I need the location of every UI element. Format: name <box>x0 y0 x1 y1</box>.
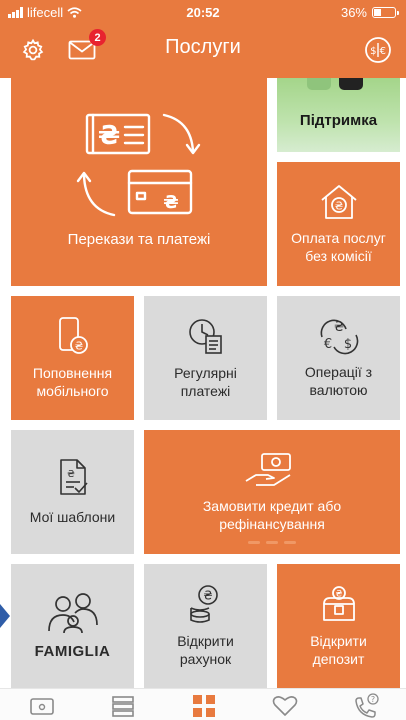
tile-open-deposit-label: Відкрити депозит <box>310 633 367 667</box>
tab-help[interactable]: ? <box>346 693 386 719</box>
services-grid: ₴ ₴ Перекази та платежі Підтримка ₴ Опла… <box>0 78 406 688</box>
tile-credit-label: Замовити кредит або рефінансування <box>202 498 342 532</box>
tile-open-deposit[interactable]: ₴ Відкрити депозит <box>277 564 400 688</box>
tile-support[interactable]: Підтримка <box>277 78 400 152</box>
list-icon <box>112 696 134 717</box>
tab-favorites[interactable] <box>265 693 305 719</box>
svg-text:€: € <box>323 337 331 352</box>
clock-document-icon <box>188 319 222 354</box>
currency-exchange-icon: $ € <box>365 37 391 63</box>
tile-support-label: Підтримка <box>299 112 378 129</box>
tile-regular-payments[interactable]: Регулярні платежі <box>144 296 267 420</box>
svg-text:₴: ₴ <box>203 589 212 603</box>
tile-open-account[interactable]: ₴ Відкрити рахунок <box>144 564 267 688</box>
tile-my-templates-label: Мої шаблони <box>29 509 116 525</box>
tile-famiglia-label: FAMIGLIA <box>34 643 111 660</box>
hand-money-icon <box>245 453 291 486</box>
chest-icon: ₴ <box>322 586 355 621</box>
tab-services[interactable] <box>184 693 224 719</box>
svg-text:₴: ₴ <box>334 200 343 213</box>
tile-currency-operations[interactable]: ₴ € $ Операції з валютою <box>277 296 400 420</box>
tile-regular-payments-label: Регулярні платежі <box>174 365 237 399</box>
svg-text:₴: ₴ <box>163 192 178 213</box>
tile-my-templates[interactable]: ₴ Мої шаблони <box>11 430 134 554</box>
svg-text:₴: ₴ <box>333 320 343 335</box>
side-pointer-arrow <box>0 604 10 628</box>
currency-coins-icon: ₴ € $ <box>320 319 358 355</box>
document-check-icon: ₴ <box>59 459 88 495</box>
currency-button[interactable]: $ € <box>362 34 394 66</box>
coin-stack-icon: ₴ <box>189 585 218 623</box>
tile-credit[interactable]: Замовити кредит або рефінансування <box>144 430 400 554</box>
svg-text:$: $ <box>370 46 376 57</box>
svg-text:₴: ₴ <box>335 590 342 600</box>
phone-help-icon: ? <box>355 693 379 718</box>
status-bar: lifecell 20:52 36% <box>0 0 406 24</box>
page-title: Послуги <box>165 36 241 58</box>
tile-free-payments-label: Оплата послуг без комісії <box>291 230 386 264</box>
tile-free-payments[interactable]: ₴ Оплата послуг без комісії <box>277 162 400 286</box>
tile-open-account-label: Відкрити рахунок <box>177 633 234 667</box>
family-icon <box>47 593 98 634</box>
heart-icon <box>272 696 298 716</box>
tab-wallet[interactable] <box>22 693 62 719</box>
svg-text:₴: ₴ <box>98 121 120 151</box>
support-app-icons <box>307 78 363 90</box>
bottom-tab-bar: ? <box>0 688 406 720</box>
credit-pager-dots <box>248 541 296 544</box>
wallet-icon <box>30 698 54 715</box>
tile-currency-operations-label: Операції з валютою <box>304 364 373 398</box>
svg-text:₴: ₴ <box>67 469 75 480</box>
tile-transfers[interactable]: ₴ ₴ Перекази та платежі <box>11 78 267 286</box>
tab-list[interactable] <box>103 693 143 719</box>
tile-mobile-topup-label: Поповнення мобільного <box>32 365 113 399</box>
transfer-cards-icon: ₴ ₴ <box>76 113 201 217</box>
header-bar: 2 Послуги $ € <box>0 24 406 78</box>
tile-mobile-topup[interactable]: ₴ Поповнення мобільного <box>11 296 134 420</box>
house-hryvnia-icon: ₴ <box>320 185 357 219</box>
svg-text:₴: ₴ <box>74 340 83 353</box>
tile-famiglia[interactable]: FAMIGLIA <box>11 564 134 688</box>
status-right: 36% <box>340 5 399 20</box>
battery-icon <box>372 7 399 18</box>
grid-icon <box>193 695 215 717</box>
phone-hryvnia-icon: ₴ <box>58 317 88 354</box>
battery-percent: 36% <box>340 5 367 20</box>
svg-text:$: $ <box>343 337 351 352</box>
tile-transfers-label: Перекази та платежі <box>67 231 211 248</box>
svg-text:€: € <box>380 46 386 57</box>
svg-text:?: ? <box>371 695 375 704</box>
